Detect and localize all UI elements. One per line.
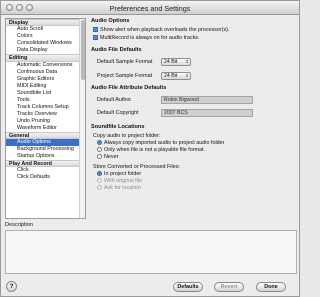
radio-only-when[interactable] [97, 147, 102, 152]
sidebar-item-track-columns-setup[interactable]: Track Columns Setup [6, 104, 85, 111]
select-arrows-icon: ⇕ [185, 59, 189, 64]
radio-never[interactable] [97, 154, 102, 159]
sidebar-item-tools[interactable]: Tools [6, 97, 85, 104]
copy-option-only-when-label: Only when file is not a playable file fo… [104, 147, 205, 153]
multirecord-label: MultiRecord is always on for audio track… [100, 35, 200, 41]
show-alert-checkbox[interactable] [93, 27, 98, 32]
sidebar-item-audio-options[interactable]: Audio Options [6, 138, 85, 146]
store-option-ask-location-label: Ask for location [104, 185, 141, 191]
sidebar-item-soundbite-list[interactable]: Soundbite List [6, 90, 85, 97]
sidebar-item-background-processing[interactable]: Background Processing [6, 146, 85, 153]
preferences-window: Preferences and Settings Display Auto Scr… [0, 0, 300, 297]
store-option-project-folder[interactable]: In project folder [97, 171, 141, 177]
sidebar-item-click[interactable]: Click [6, 167, 85, 174]
default-author-label: Default Author [97, 97, 132, 103]
preferences-sidebar: Display Auto Scroll Colors Consolidated Win… [5, 18, 86, 219]
description-box [5, 230, 297, 274]
sidebar-item-auto-scroll[interactable]: Auto Scroll [6, 26, 85, 33]
section-audio-options: Audio Options [91, 18, 130, 24]
default-sample-format-value: 24 Bit [164, 59, 178, 65]
store-option-original-file-label: With original file [104, 178, 143, 184]
sidebar-item-continuous-data[interactable]: Continuous Data [6, 69, 85, 76]
multirecord-checkbox[interactable] [93, 35, 98, 40]
revert-button[interactable]: Revert [214, 282, 244, 292]
defaults-button[interactable]: Defaults [173, 282, 203, 292]
sidebar-group-general: General [6, 131, 85, 139]
sidebar-item-undo-pruning[interactable]: Undo Pruning [6, 118, 85, 125]
select-arrows-icon: ⇕ [185, 73, 189, 78]
sidebar-group-editing: Editing [6, 54, 85, 62]
settings-panel: Audio Options Show alert when playback o… [91, 18, 297, 219]
sidebar-item-waveform-editor[interactable]: Waveform Editor [6, 125, 85, 132]
store-files-label: Store Converted or Processed Files: [93, 164, 180, 170]
multirecord-option[interactable]: MultiRecord is always on for audio track… [93, 35, 199, 41]
sidebar-scroll-thumb[interactable] [81, 20, 85, 80]
sidebar-item-tracks-overview[interactable]: Tracks Overview [6, 111, 85, 118]
title-bar: Preferences and Settings [1, 1, 299, 15]
sidebar-item-data-display[interactable]: Data Display [6, 47, 85, 54]
copy-option-always[interactable]: Always copy imported audio to project au… [97, 140, 224, 146]
sidebar-item-consolidated-windows[interactable]: Consolidated Windows [6, 40, 85, 47]
default-copyright-field[interactable]: 2007 BCS [161, 109, 253, 117]
copy-option-always-label: Always copy imported audio to project au… [104, 140, 225, 146]
copy-option-only-when[interactable]: Only when file is not a playable file fo… [97, 147, 205, 153]
section-attribute-defaults: Audio File Attribute Defaults [91, 85, 167, 91]
sidebar-item-colors[interactable]: Colors [6, 33, 85, 40]
done-button[interactable]: Done [256, 282, 286, 292]
sidebar-item-click-defaults[interactable]: Click Defaults [6, 174, 85, 181]
sidebar-item-automatic-conversions[interactable]: Automatic Conversions [6, 62, 85, 69]
sidebar-group-display: Display [6, 19, 85, 27]
default-copyright-label: Default Copyright [97, 110, 139, 116]
section-audio-file-defaults: Audio File Defaults [91, 47, 142, 53]
default-sample-format-label: Default Sample Format [97, 59, 153, 65]
default-sample-format-select[interactable]: 24 Bit ⇕ [161, 58, 191, 66]
sidebar-group-play-and-record: Play And Record [6, 159, 85, 168]
help-button[interactable]: ? [6, 281, 17, 292]
radio-original-file[interactable] [97, 178, 102, 183]
section-soundfile-locations: Soundfile Locations [91, 124, 145, 130]
store-option-project-folder-label: In project folder [104, 171, 142, 177]
copy-audio-label: Copy audio to project folder: [93, 133, 161, 139]
copy-option-never[interactable]: Never [97, 154, 118, 160]
radio-project-folder[interactable] [97, 171, 102, 176]
radio-ask-location[interactable] [97, 185, 102, 190]
store-option-ask-location[interactable]: Ask for location [97, 185, 141, 191]
sidebar-item-graphic-editors[interactable]: Graphic Editors [6, 76, 85, 83]
sidebar-scrollbar[interactable] [79, 19, 85, 218]
show-alert-label: Show alert when playback overloads the p… [100, 27, 230, 33]
sidebar-item-midi-editing[interactable]: MIDI Editing [6, 83, 85, 90]
sidebar-item-startup-options[interactable]: Startup Options [6, 153, 85, 160]
copy-option-never-label: Never [104, 154, 119, 160]
show-alert-option[interactable]: Show alert when playback overloads the p… [93, 27, 229, 33]
store-option-original-file[interactable]: With original file [97, 178, 142, 184]
default-author-field[interactable]: Robin Bigwood [161, 96, 253, 104]
radio-always[interactable] [97, 140, 102, 145]
project-sample-format-value: 24 Bit [164, 73, 178, 79]
project-sample-format-select[interactable]: 24 Bit ⇕ [161, 72, 191, 80]
window-title: Preferences and Settings [109, 4, 191, 13]
project-sample-format-label: Project Sample Format [97, 73, 153, 79]
description-label: Description [5, 222, 33, 228]
